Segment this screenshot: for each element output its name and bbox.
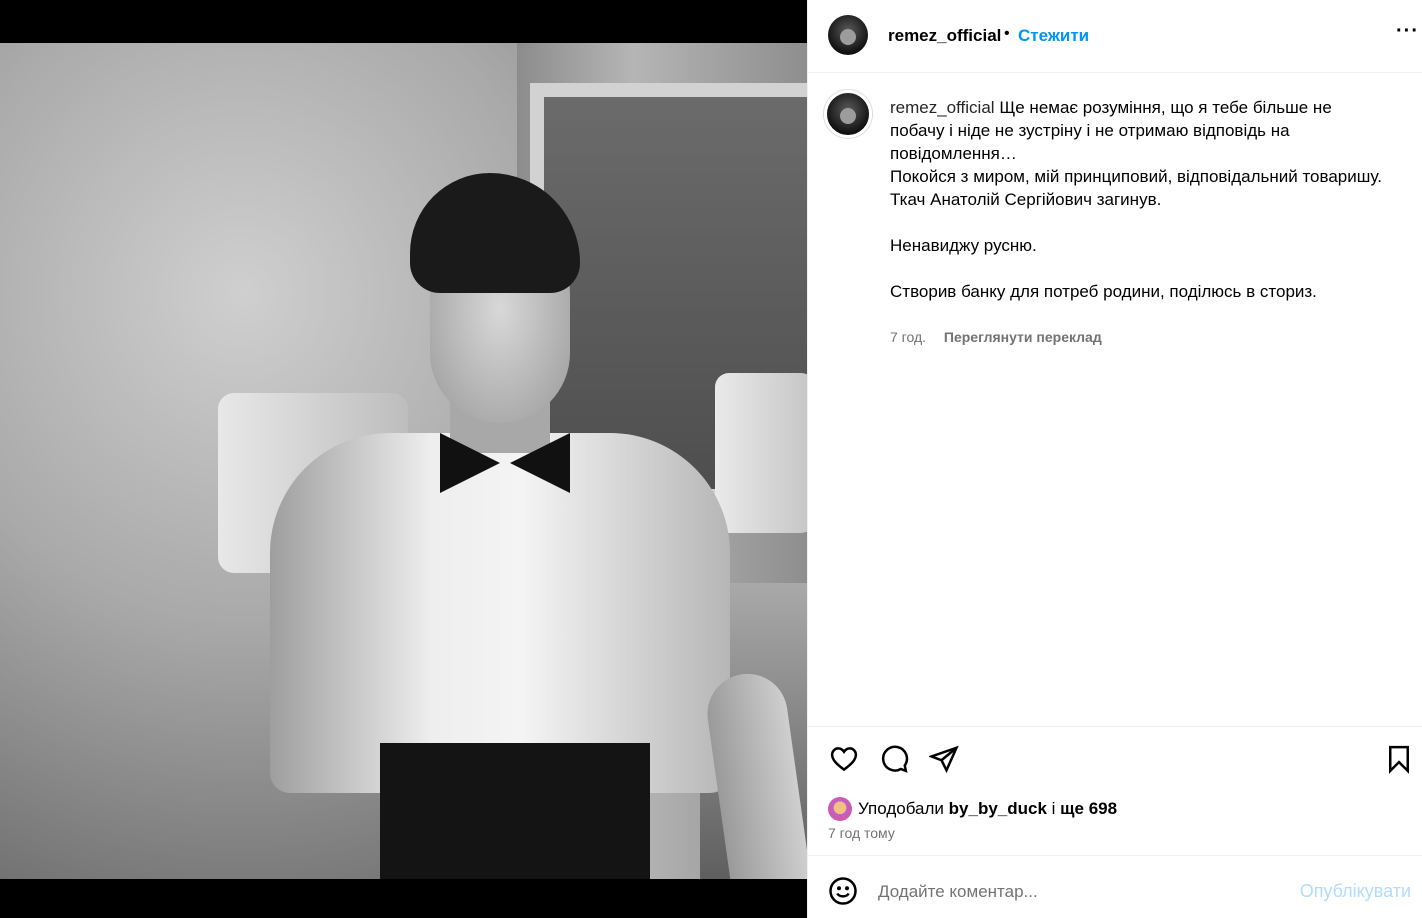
caption-line-3: Ткач Анатолій Сергійович загинув. (890, 190, 1162, 209)
instagram-post: remez_official • Стежити ··· remez_offic… (0, 0, 1422, 918)
likes-summary: Уподобали by_by_duck і ще 698 (828, 797, 1117, 821)
post-photo[interactable] (0, 43, 807, 879)
caption-body: remez_official Ще немає розуміння, що я … (890, 96, 1390, 303)
likes-prefix: Уподобали (858, 799, 944, 818)
author-avatar[interactable] (828, 15, 868, 55)
caption-line-5: Створив банку для потреб родини, поділюс… (890, 282, 1317, 301)
caption-avatar[interactable] (824, 90, 872, 138)
post-panel: remez_official • Стежити ··· remez_offic… (807, 0, 1422, 918)
see-translation-link[interactable]: Переглянути переклад (944, 329, 1102, 345)
comment-icon[interactable] (878, 743, 910, 775)
liker-username[interactable]: by_by_duck (949, 799, 1047, 819)
caption-username[interactable]: remez_official (890, 98, 995, 117)
likes-connector: і (1051, 799, 1056, 818)
bow-tie (440, 433, 570, 493)
author-username[interactable]: remez_official (888, 26, 1001, 46)
heart-icon[interactable] (828, 743, 860, 775)
comment-bar: Додайте коментар... Опублікувати (808, 855, 1422, 918)
more-options-icon[interactable]: ··· (1396, 20, 1419, 43)
header-separator: • (1004, 25, 1010, 42)
publish-comment-button[interactable]: Опублікувати (1300, 881, 1411, 902)
caption-line-4: Ненавиджу русню. (890, 236, 1037, 255)
photo-person (250, 133, 807, 879)
caption-line-2: Покойся з миром, мій принциповий, відпов… (890, 167, 1382, 186)
caption-meta: 7 год. Переглянути переклад (890, 329, 1102, 345)
post-timeago[interactable]: 7 год тому (828, 825, 895, 841)
likes-count-link[interactable]: ще 698 (1060, 799, 1117, 819)
bookmark-icon[interactable] (1383, 743, 1415, 775)
follow-button[interactable]: Стежити (1018, 26, 1089, 46)
post-header: remez_official • Стежити ··· (808, 0, 1422, 73)
post-actions: Уподобали by_by_duck і ще 698 7 год тому (808, 726, 1422, 854)
post-media (0, 0, 807, 918)
smiley-icon[interactable] (828, 876, 858, 906)
caption-time: 7 год. (890, 329, 927, 345)
liker-avatar[interactable] (828, 797, 852, 821)
comment-input[interactable]: Додайте коментар... (878, 882, 1038, 902)
send-icon[interactable] (928, 743, 960, 775)
